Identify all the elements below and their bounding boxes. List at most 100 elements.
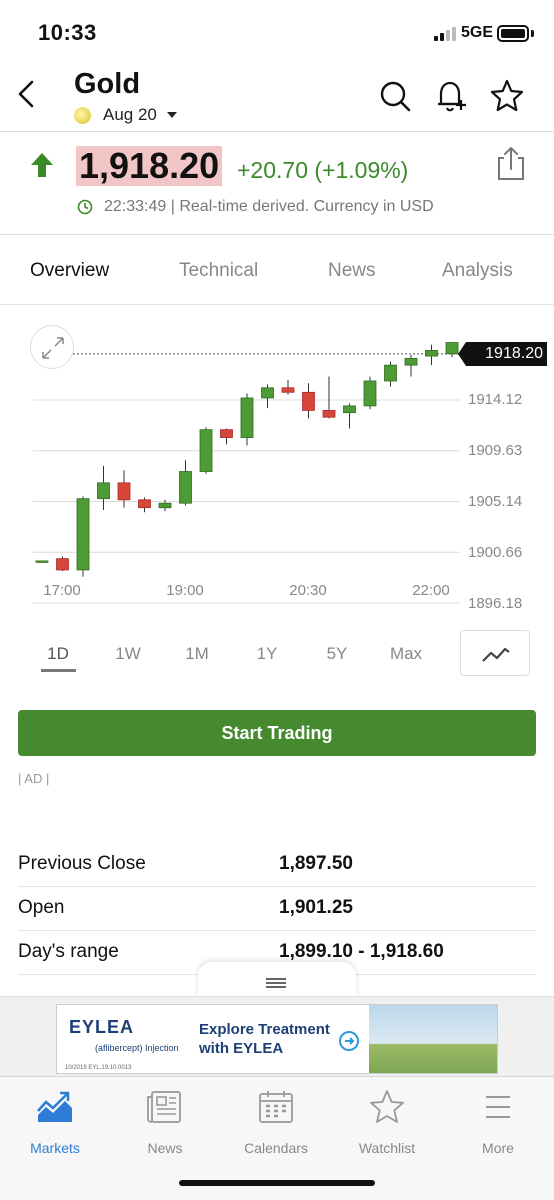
star-icon <box>370 1090 404 1123</box>
chart-type-button[interactable] <box>460 630 530 676</box>
start-trading-button[interactable]: Start Trading <box>18 710 536 756</box>
x-tick-label: 22:00 <box>412 582 450 599</box>
expand-icon <box>42 337 64 359</box>
tab-overview[interactable]: Overview <box>30 260 109 282</box>
cellular-signal-icon <box>434 27 456 41</box>
calendar-icon <box>259 1091 293 1123</box>
instrument-title: Gold <box>74 68 141 100</box>
tab-watchlist[interactable]: Watchlist <box>332 1089 442 1156</box>
candle-body <box>240 397 254 438</box>
menu-icon <box>486 1096 510 1118</box>
home-indicator <box>179 1180 375 1186</box>
candle-body <box>261 387 274 399</box>
candle-body <box>179 471 192 504</box>
expand-chart-button[interactable] <box>30 325 74 369</box>
x-tick-label: 19:00 <box>166 582 204 599</box>
stat-label: Previous Close <box>18 853 146 874</box>
news-icon <box>147 1091 181 1123</box>
stat-label: Open <box>18 897 65 918</box>
add-alert-button[interactable] <box>433 78 469 114</box>
candle-body <box>76 498 90 571</box>
ad-brand: EYLEA <box>69 1017 135 1037</box>
tab-label: More <box>482 1140 514 1156</box>
range-1d[interactable]: 1D <box>47 644 69 664</box>
star-icon <box>490 79 524 112</box>
price-up-arrow-icon <box>31 153 53 177</box>
candle-body <box>302 391 315 411</box>
header-divider <box>0 131 554 132</box>
range-1w[interactable]: 1W <box>115 644 141 664</box>
gold-coin-icon <box>74 106 91 124</box>
tab-technical[interactable]: Technical <box>179 260 258 282</box>
tab-markets[interactable]: Markets <box>0 1089 110 1156</box>
candle-body <box>384 364 397 382</box>
range-5y[interactable]: 5Y <box>327 644 348 664</box>
ad-landscape-image <box>369 1005 497 1073</box>
clock-icon <box>77 199 93 215</box>
stat-value: 1,899.10 - 1,918.60 <box>279 941 444 962</box>
tab-analysis[interactable]: Analysis <box>442 260 513 282</box>
candle-body <box>220 429 233 438</box>
tab-news-bottom[interactable]: News <box>110 1089 220 1156</box>
line-chart-icon <box>482 647 510 662</box>
candle-body <box>117 482 131 501</box>
tab-more[interactable]: More <box>443 1089 553 1156</box>
candle-body <box>343 405 356 414</box>
x-tick-label: 20:30 <box>289 582 327 599</box>
stat-row: Open 1,901.25 <box>18 887 536 931</box>
back-chevron-icon <box>18 80 34 108</box>
status-bar: 10:33 5GE <box>0 0 554 68</box>
candle-body <box>322 410 336 418</box>
range-1y[interactable]: 1Y <box>257 644 278 664</box>
current-price-label: 1918.20 <box>458 342 547 366</box>
candle-body <box>363 380 377 407</box>
candle-body <box>445 342 459 355</box>
y-tick-label: 1896.18 <box>468 595 523 612</box>
range-max[interactable]: Max <box>390 644 422 664</box>
share-button[interactable] <box>494 145 528 183</box>
watchlist-star-button[interactable] <box>489 78 525 114</box>
section-tabs: Overview Technical News Analysis <box>0 235 554 305</box>
tab-calendars[interactable]: Calendars <box>221 1089 331 1156</box>
search-icon <box>380 81 411 112</box>
candle-body <box>138 499 151 509</box>
ad-area: EYLEA (aflibercept) Injection 10/2019 EY… <box>0 996 554 1076</box>
y-tick-label: 1905.14 <box>468 493 523 510</box>
markets-chart-icon <box>37 1091 72 1122</box>
last-price: 1,918.20 <box>76 146 223 186</box>
share-icon <box>498 147 524 180</box>
candle-body <box>35 560 49 563</box>
ad-code: 10/2019 EYL.19.10.0013 <box>65 1065 132 1071</box>
drag-handle-icon <box>266 978 286 988</box>
contract-label: Aug 20 <box>103 105 157 124</box>
search-button[interactable] <box>377 78 413 114</box>
tab-label: News <box>147 1140 183 1156</box>
candle-body <box>158 502 172 509</box>
candle-body <box>97 482 110 500</box>
active-range-indicator <box>41 669 76 672</box>
status-time: 10:33 <box>38 20 97 45</box>
candle-body <box>404 357 418 366</box>
caret-down-icon <box>166 112 177 118</box>
price-chart[interactable]: 1918.20 1914.12 1909.63 1905.14 1900.66 … <box>0 305 554 625</box>
y-tick-label: 1914.12 <box>468 391 523 408</box>
quote-timestamp: 22:33:49 | Real-time derived. Currency i… <box>104 198 434 215</box>
bottom-sheet-handle[interactable] <box>198 962 356 998</box>
network-type: 5GE <box>461 24 494 41</box>
battery-icon <box>497 25 529 42</box>
ad-label: | AD | <box>18 771 50 786</box>
stat-value: 1,901.25 <box>279 897 353 918</box>
candle-body <box>56 558 69 571</box>
ad-headline: Explore Treatment <box>199 1021 330 1038</box>
range-1m[interactable]: 1M <box>185 644 209 664</box>
contract-selector[interactable]: Aug 20 <box>74 104 177 126</box>
x-tick-label: 17:00 <box>43 582 81 599</box>
candle-body <box>281 387 295 393</box>
tab-label: Markets <box>30 1140 80 1156</box>
price-change: +20.70 (+1.09%) <box>237 157 409 183</box>
tab-label: Calendars <box>244 1140 308 1156</box>
back-button[interactable] <box>8 72 48 116</box>
tab-news[interactable]: News <box>328 260 376 282</box>
range-selector: 1D 1W 1M 1Y 5Y Max <box>0 625 554 685</box>
ad-banner[interactable]: EYLEA (aflibercept) Injection 10/2019 EY… <box>56 1004 498 1074</box>
